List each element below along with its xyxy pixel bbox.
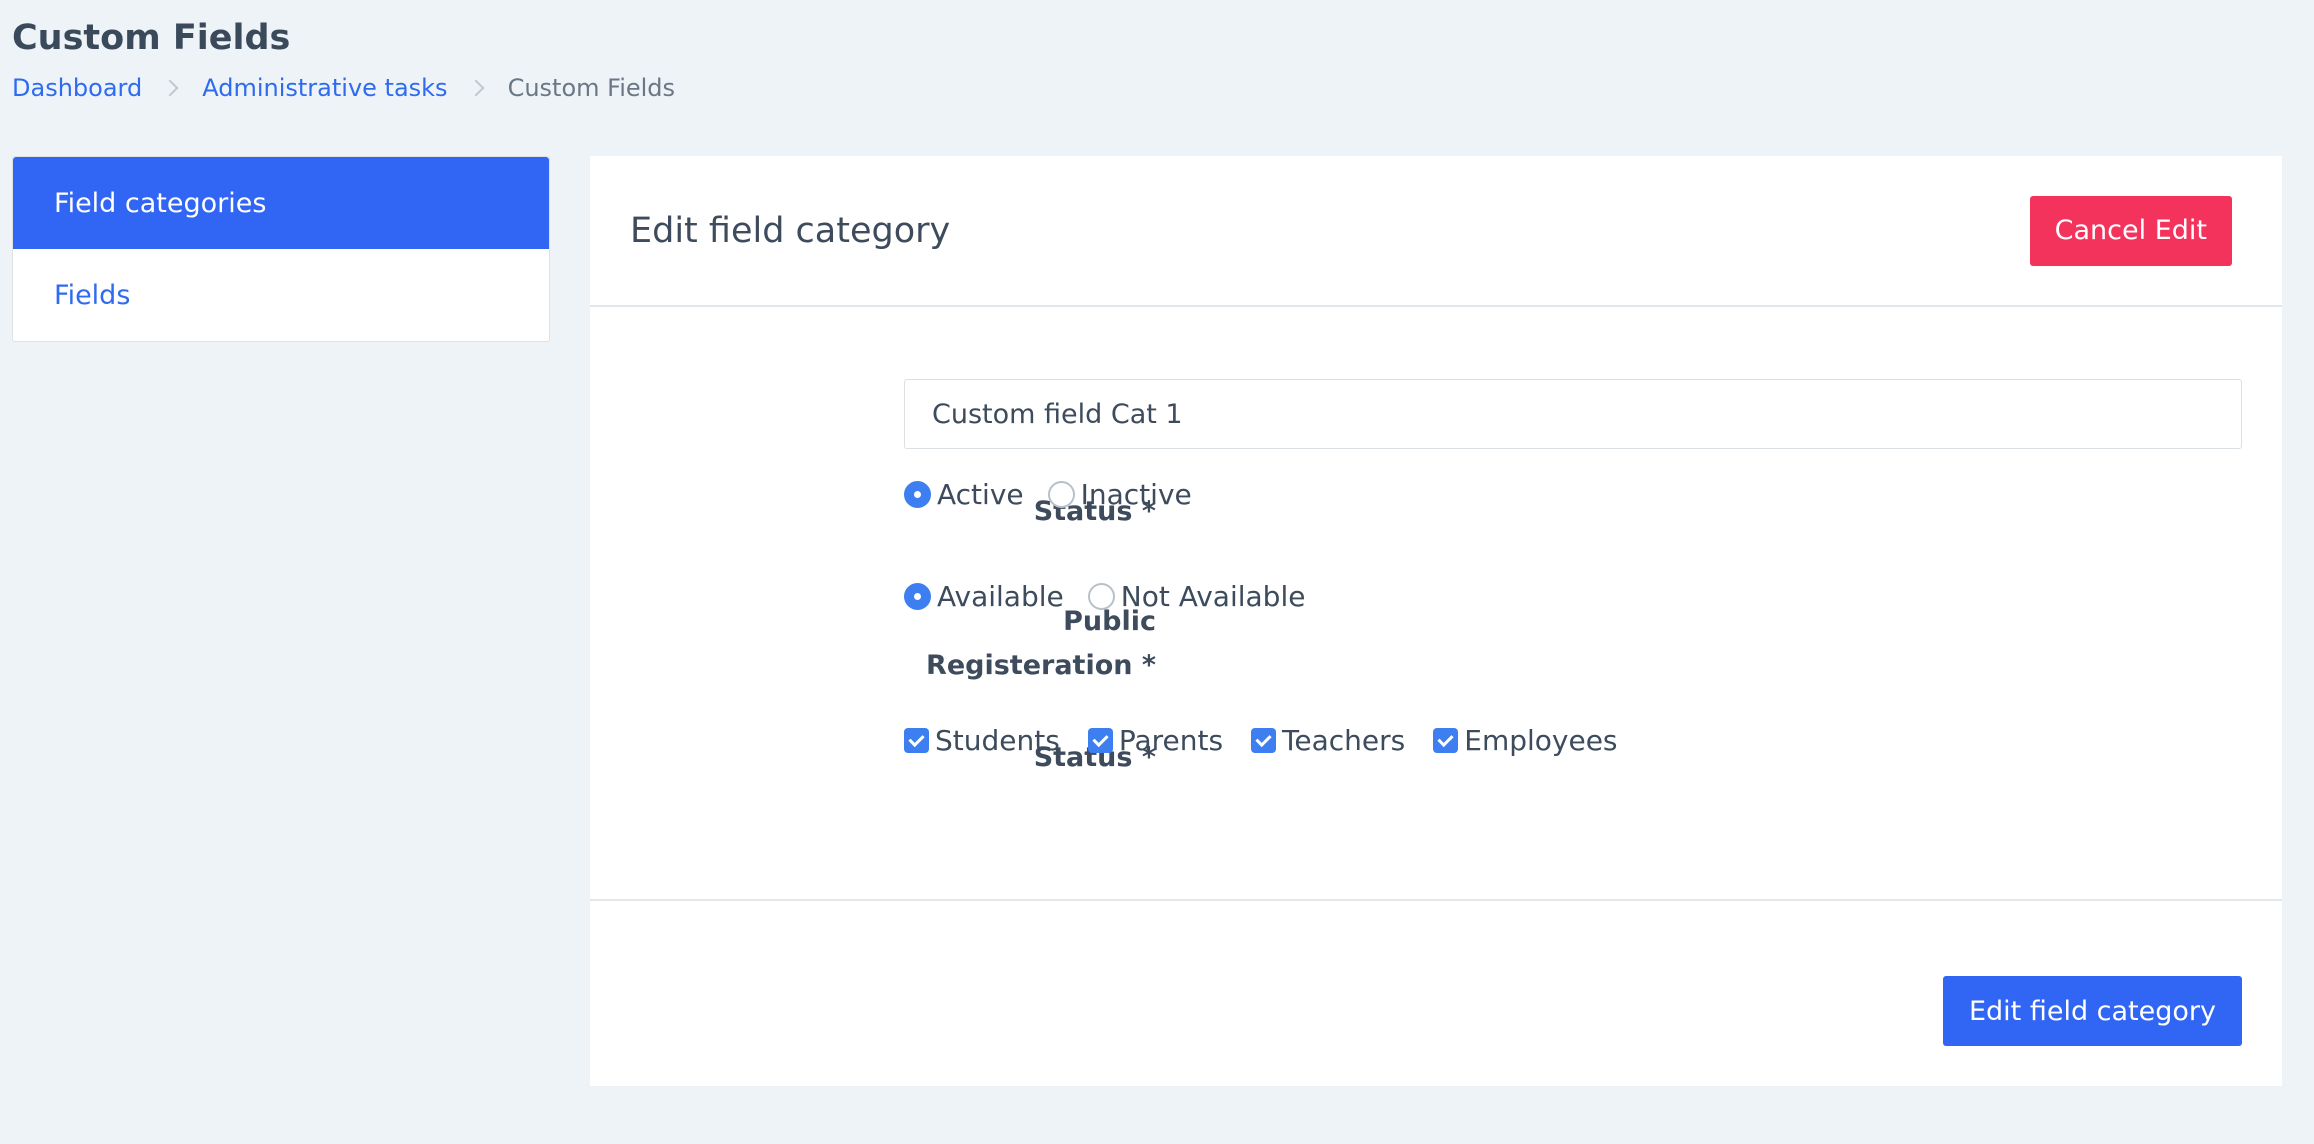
audience-checkbox-group: Students Parents Teachers Employees xyxy=(904,724,1642,757)
breadcrumb-current: Custom Fields xyxy=(507,74,676,102)
public-registration-option-available[interactable]: Available xyxy=(904,580,1064,613)
page-title: Custom Fields xyxy=(12,18,291,58)
status-option-active[interactable]: Active xyxy=(904,478,1024,511)
radio-inactive[interactable] xyxy=(1047,481,1075,508)
audience-option-teachers[interactable]: Teachers xyxy=(1251,724,1405,757)
edit-field-category-button[interactable]: Edit field category xyxy=(1942,976,2242,1046)
chevron-right-icon xyxy=(467,79,485,97)
public-registration-radio-group: Available Not Available xyxy=(904,580,1329,613)
audience-option-employees[interactable]: Employees xyxy=(1433,724,1618,757)
status-option-inactive[interactable]: Inactive xyxy=(1047,478,1192,511)
audience-option-students[interactable]: Students xyxy=(904,724,1060,757)
checkbox-employees[interactable] xyxy=(1433,728,1459,753)
sidebar-item-field-categories[interactable]: Field categories xyxy=(13,157,549,249)
checkbox-students[interactable] xyxy=(904,728,929,753)
breadcrumb-administrative-tasks[interactable]: Administrative tasks xyxy=(202,74,447,102)
card-header: Edit field category Cancel Edit xyxy=(590,156,2282,307)
edit-category-card: Edit field category Cancel Edit Category… xyxy=(590,156,2282,1086)
status-radio-group: Active Inactive xyxy=(904,478,1216,511)
card-divider xyxy=(590,899,2282,901)
checkbox-teachers[interactable] xyxy=(1251,728,1277,753)
breadcrumb-dashboard[interactable]: Dashboard xyxy=(12,74,142,102)
radio-available[interactable] xyxy=(904,583,931,610)
card-title: Edit field category xyxy=(630,210,951,251)
category-title-input[interactable] xyxy=(904,379,2242,449)
cancel-edit-button[interactable]: Cancel Edit xyxy=(2029,195,2232,266)
checkbox-parents[interactable] xyxy=(1087,728,1113,753)
sidebar-item-fields[interactable]: Fields xyxy=(13,249,549,341)
radio-active[interactable] xyxy=(904,481,931,508)
sidebar: Field categories Fields xyxy=(12,156,550,342)
breadcrumb: Dashboard Administrative tasks Custom Fi… xyxy=(12,74,675,102)
audience-option-parents[interactable]: Parents xyxy=(1087,724,1223,757)
public-registration-option-not-available[interactable]: Not Available xyxy=(1087,580,1305,613)
radio-not-available[interactable] xyxy=(1087,583,1115,610)
chevron-right-icon xyxy=(161,79,179,97)
